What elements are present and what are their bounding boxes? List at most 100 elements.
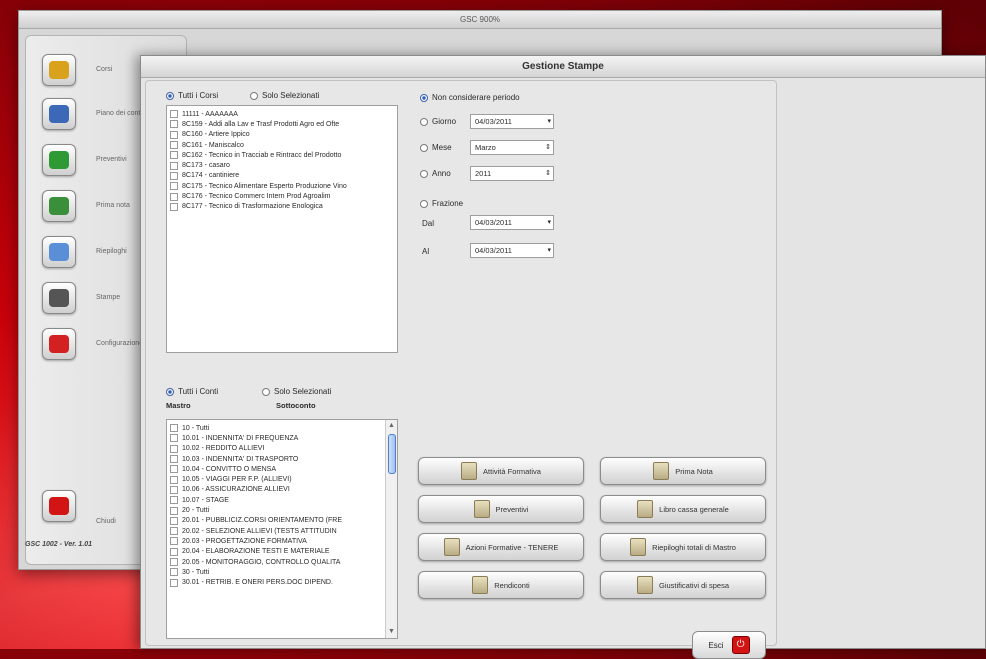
list-item[interactable]: 8C159 - Addi alla Lav e Trasf Prodotti A… <box>167 119 397 129</box>
list-item[interactable]: 11111 - AAAAAAA <box>167 109 397 119</box>
to-date-picker[interactable]: 04/03/2011 ▾ <box>470 243 554 258</box>
report-rendiconti-button[interactable]: Rendiconti <box>418 571 584 599</box>
checkbox[interactable] <box>170 434 178 443</box>
report-preventivi-button[interactable]: Preventivi <box>418 495 584 523</box>
list-item[interactable]: 8C176 - Tecnico Commerc Intern Prod Agro… <box>167 191 397 201</box>
checkbox[interactable] <box>170 455 178 464</box>
list-item[interactable]: 10.05 - VIAGGI PER F.P. (ALLIEVI) <box>167 474 383 484</box>
sidebar-button-riepiloghi[interactable] <box>42 236 76 268</box>
list-item[interactable]: 10.06 - ASSICURAZIONE ALLIEVI <box>167 485 383 495</box>
sidebar-button-piano-conti[interactable] <box>42 98 76 130</box>
printer-icon <box>49 289 69 307</box>
checkbox[interactable] <box>170 496 178 505</box>
sidebar-exit-button[interactable] <box>42 490 76 522</box>
report-riepiloghi-mastro-button[interactable]: Riepiloghi totali di Mastro <box>600 533 766 561</box>
day-date-picker[interactable]: 04/03/2011 ▾ <box>470 114 554 129</box>
checkbox[interactable] <box>170 202 178 211</box>
list-item[interactable]: 20.01 - PUBBLICIZ.CORSI ORIENTAMENTO (FR… <box>167 516 383 526</box>
sidebar-button-configurazione[interactable] <box>42 328 76 360</box>
accounts-scrollbar[interactable]: ▲ ▼ <box>385 420 397 638</box>
month-spinner[interactable]: Marzo ⇕ <box>470 140 554 155</box>
list-item[interactable]: 10.01 - INDENNITA' DI FREQUENZA <box>167 433 383 443</box>
sidebar-button-prima-nota[interactable] <box>42 190 76 222</box>
report-prima-nota-button[interactable]: Prima Nota <box>600 457 766 485</box>
radio-no-period[interactable]: Non considerare periodo <box>420 93 520 102</box>
checkbox[interactable] <box>170 516 178 525</box>
apple-icon <box>49 335 69 353</box>
radio-all-courses[interactable]: Tutti i Corsi <box>166 91 218 100</box>
radio-selected-accounts[interactable]: Solo Selezionati <box>262 387 331 396</box>
checkbox[interactable] <box>170 506 178 515</box>
dropdown-icon[interactable]: ▾ <box>547 115 551 128</box>
checkbox[interactable] <box>170 151 178 160</box>
checkbox[interactable] <box>170 527 178 536</box>
checkbox[interactable] <box>170 192 178 201</box>
list-item[interactable]: 30 - Tutti <box>167 567 383 577</box>
sidebar-button-corsi[interactable] <box>42 54 76 86</box>
to-label: Al <box>422 247 430 256</box>
accounts-list[interactable]: 10 - Tutti 10.01 - INDENNITA' DI FREQUEN… <box>166 419 398 639</box>
radio-fraction[interactable]: Frazione <box>420 199 463 208</box>
checkbox[interactable] <box>170 568 178 577</box>
scroll-thumb[interactable] <box>388 434 396 474</box>
sidebar-label: Prima nota <box>96 202 130 209</box>
list-item[interactable]: 20.05 - MONITORAGGIO, CONTROLLO QUALITA <box>167 557 383 567</box>
report-azioni-formative-button[interactable]: Azioni Formative - TENERE <box>418 533 584 561</box>
courses-list[interactable]: 11111 - AAAAAAA 8C159 - Addi alla Lav e … <box>166 105 398 353</box>
dropdown-icon[interactable]: ▾ <box>547 216 551 229</box>
list-item[interactable]: 20 - Tutti <box>167 505 383 515</box>
list-item[interactable]: 10.03 - INDENNITA' DI TRASPORTO <box>167 454 383 464</box>
list-item[interactable]: 10.07 - STAGE <box>167 495 383 505</box>
list-item[interactable]: 8C173 - casaro <box>167 160 397 170</box>
list-item[interactable]: 30.01 - RETRIB. E ONERI PERS.DOC DIPEND. <box>167 577 383 587</box>
list-item[interactable]: 20.04 - ELABORAZIONE TESTI E MATERIALE <box>167 547 383 557</box>
checkbox[interactable] <box>170 130 178 139</box>
list-item[interactable]: 20.03 - PROGETTAZIONE FORMATIVA <box>167 536 383 546</box>
list-item[interactable]: 8C161 - Maniscalco <box>167 140 397 150</box>
checkbox[interactable] <box>170 558 178 566</box>
checkbox[interactable] <box>170 475 178 484</box>
list-item[interactable]: 10.04 - CONVITTO O MENSA <box>167 464 383 474</box>
checkbox[interactable] <box>170 161 178 170</box>
list-item[interactable]: 10 - Tutti <box>167 423 383 433</box>
list-item[interactable]: 8C162 - Tecnico in Tracciab e Rintracc d… <box>167 150 397 160</box>
checkbox[interactable] <box>170 182 178 191</box>
sidebar-button-preventivi[interactable] <box>42 144 76 176</box>
tools-icon <box>49 243 69 261</box>
radio-month[interactable]: Mese <box>420 143 452 152</box>
scroll-up-icon[interactable]: ▲ <box>386 420 397 432</box>
checkbox[interactable] <box>170 141 178 150</box>
checkbox[interactable] <box>170 485 178 494</box>
radio-selected-courses[interactable]: Solo Selezionati <box>250 91 319 100</box>
dropdown-icon[interactable]: ▾ <box>547 244 551 257</box>
list-item[interactable]: 8C177 - Tecnico di Trasformazione Enolog… <box>167 202 397 212</box>
spinner-icon[interactable]: ⇕ <box>545 141 551 154</box>
checkbox[interactable] <box>170 444 178 453</box>
list-item[interactable]: 8C160 - Artiere Ippico <box>167 130 397 140</box>
radio-year[interactable]: Anno <box>420 169 451 178</box>
sidebar-button-stampe[interactable] <box>42 282 76 314</box>
checkbox[interactable] <box>170 110 178 119</box>
checkbox[interactable] <box>170 120 178 129</box>
scroll-down-icon[interactable]: ▼ <box>386 626 397 638</box>
checkbox[interactable] <box>170 578 178 587</box>
list-item[interactable]: 8C174 - cantiniere <box>167 171 397 181</box>
checkbox[interactable] <box>170 465 178 474</box>
spinner-icon[interactable]: ⇕ <box>545 167 551 180</box>
report-attivita-formativa-button[interactable]: Attività Formativa <box>418 457 584 485</box>
report-giustificativi-button[interactable]: Giustificativi di spesa <box>600 571 766 599</box>
checkbox[interactable] <box>170 547 178 556</box>
radio-all-accounts[interactable]: Tutti i Conti <box>166 387 218 396</box>
checkbox[interactable] <box>170 424 178 433</box>
list-item[interactable]: 20.02 - SELEZIONE ALLIEVI (TESTS ATTITUD… <box>167 526 383 536</box>
list-item[interactable]: 8C175 - Tecnico Alimentare Esperto Produ… <box>167 181 397 191</box>
report-libro-cassa-button[interactable]: Libro cassa generale <box>600 495 766 523</box>
radio-day[interactable]: Giorno <box>420 117 456 126</box>
from-date-picker[interactable]: 04/03/2011 ▾ <box>470 215 554 230</box>
sidebar-label: Corsi <box>96 66 113 73</box>
checkbox[interactable] <box>170 171 178 180</box>
list-item[interactable]: 10.02 - REDDITO ALLIEVI <box>167 444 383 454</box>
year-spinner[interactable]: 2011 ⇕ <box>470 166 554 181</box>
checkbox[interactable] <box>170 537 178 546</box>
exit-button[interactable]: Esci ⏻ <box>692 631 766 659</box>
